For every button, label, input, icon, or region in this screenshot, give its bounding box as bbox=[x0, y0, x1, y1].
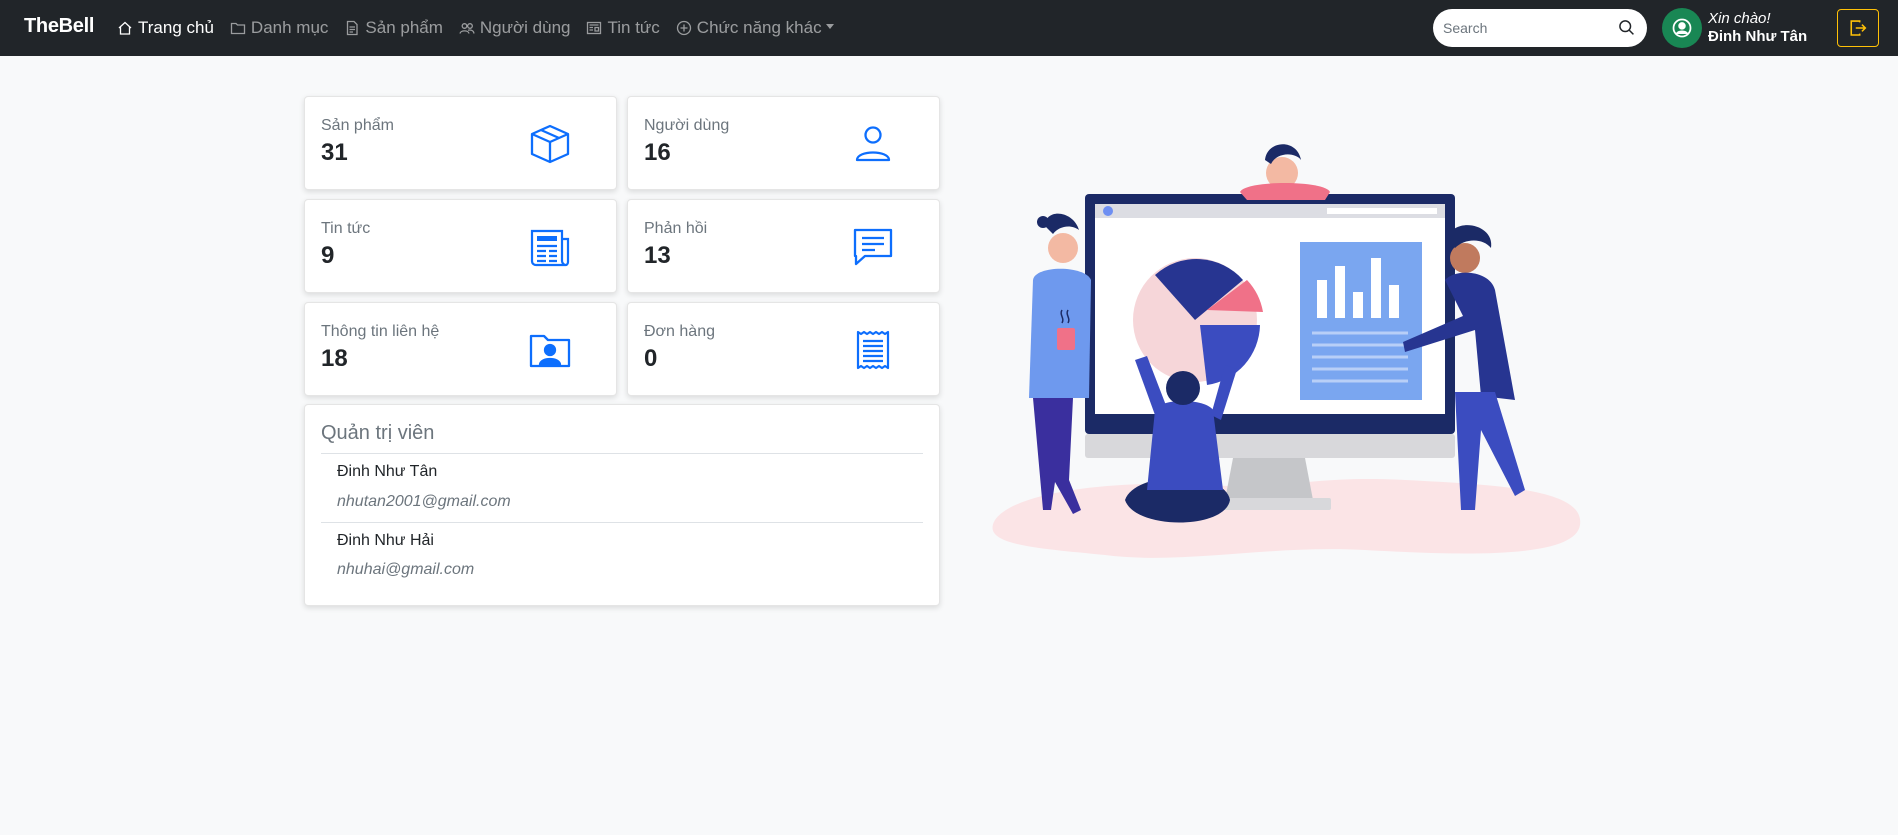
avatar bbox=[1662, 8, 1702, 48]
contact-folder-icon bbox=[529, 334, 571, 368]
nav-label: Người dùng bbox=[479, 18, 571, 37]
nav-label: Chức năng khác bbox=[696, 18, 822, 37]
plus-circle-icon bbox=[676, 20, 691, 36]
stat-value: 18 bbox=[321, 345, 348, 372]
nav-label: Danh mục bbox=[250, 18, 329, 37]
stat-label: Đơn hàng bbox=[644, 323, 715, 340]
stat-label: Tin tức bbox=[321, 220, 371, 237]
nav-label: Tin tức bbox=[607, 18, 660, 37]
admin-card-title: Quản trị viên bbox=[321, 422, 435, 444]
admin-card: Quản trị viên Đinh Như Tân nhutan2001@gm… bbox=[304, 404, 940, 606]
box-icon bbox=[530, 124, 570, 164]
search-box bbox=[1433, 9, 1647, 47]
nav-item-more[interactable]: Chức năng khác bbox=[676, 18, 834, 38]
nav-item-categories[interactable]: Danh mục bbox=[230, 18, 328, 38]
admin-email: nhutan2001@gmail.com bbox=[337, 493, 511, 510]
stat-card-news[interactable]: Tin tức 9 bbox=[304, 199, 617, 293]
nav-item-users[interactable]: Người dùng bbox=[459, 18, 571, 38]
nav-label: Sản phẩm bbox=[365, 18, 443, 37]
user-text: Xin chào! Đinh Như Tân bbox=[1708, 10, 1807, 46]
stat-value: 31 bbox=[321, 139, 348, 166]
divider bbox=[321, 453, 923, 454]
receipt-icon bbox=[856, 330, 890, 370]
stat-label: Sản phẩm bbox=[321, 117, 394, 134]
stat-label: Người dùng bbox=[644, 117, 730, 134]
search-icon[interactable] bbox=[1618, 19, 1635, 36]
stat-card-products[interactable]: Sản phẩm 31 bbox=[304, 96, 617, 190]
nav-item-home[interactable]: Trang chủ bbox=[117, 18, 214, 38]
stat-value: 9 bbox=[321, 242, 335, 269]
house-icon bbox=[118, 21, 132, 35]
user-menu[interactable]: Xin chào! Đinh Như Tân bbox=[1662, 8, 1807, 48]
stat-card-users[interactable]: Người dùng 16 bbox=[627, 96, 940, 190]
nav-label: Trang chủ bbox=[138, 18, 214, 37]
username-text: Đinh Như Tân bbox=[1708, 28, 1808, 45]
logout-button[interactable] bbox=[1837, 9, 1879, 47]
stat-value: 16 bbox=[644, 139, 671, 166]
dashboard-illustration bbox=[992, 144, 1581, 558]
stat-card-orders[interactable]: Đơn hàng 0 bbox=[627, 302, 940, 396]
search-input[interactable] bbox=[1443, 20, 1608, 36]
nav-item-products[interactable]: Sản phẩm bbox=[344, 18, 443, 38]
person-icon bbox=[855, 126, 891, 162]
people-icon bbox=[459, 23, 475, 34]
greeting-text: Xin chào! bbox=[1708, 10, 1771, 27]
folder-icon bbox=[230, 22, 246, 35]
nav-item-news[interactable]: Tin tức bbox=[586, 18, 660, 38]
file-icon bbox=[347, 20, 359, 36]
admin-name: Đinh Như Tân bbox=[337, 463, 438, 480]
user-circle-icon bbox=[1672, 18, 1692, 38]
stat-value: 0 bbox=[644, 345, 658, 372]
brand-logo[interactable]: TheBell bbox=[24, 15, 94, 38]
stat-card-contacts[interactable]: Thông tin liên hệ 18 bbox=[304, 302, 617, 396]
top-navbar: TheBell Trang chủ Danh mục Sản phẩm Ngườ… bbox=[0, 0, 1898, 56]
stat-value: 13 bbox=[644, 242, 671, 269]
divider bbox=[321, 522, 923, 523]
admin-name: Đinh Như Hải bbox=[337, 532, 434, 549]
logout-icon bbox=[1850, 20, 1867, 36]
chevron-down-icon bbox=[825, 23, 834, 29]
main-nav: Trang chủ Danh mục Sản phẩm Người dùng T… bbox=[117, 0, 850, 56]
newspaper-icon bbox=[587, 21, 602, 35]
stat-card-feedback[interactable]: Phản hồi 13 bbox=[627, 199, 940, 293]
stat-label: Thông tin liên hệ bbox=[321, 323, 440, 340]
admin-email: nhuhai@gmail.com bbox=[337, 561, 475, 578]
chat-icon bbox=[853, 228, 893, 266]
stat-label: Phản hồi bbox=[644, 220, 708, 237]
newspaper-icon bbox=[530, 229, 570, 267]
